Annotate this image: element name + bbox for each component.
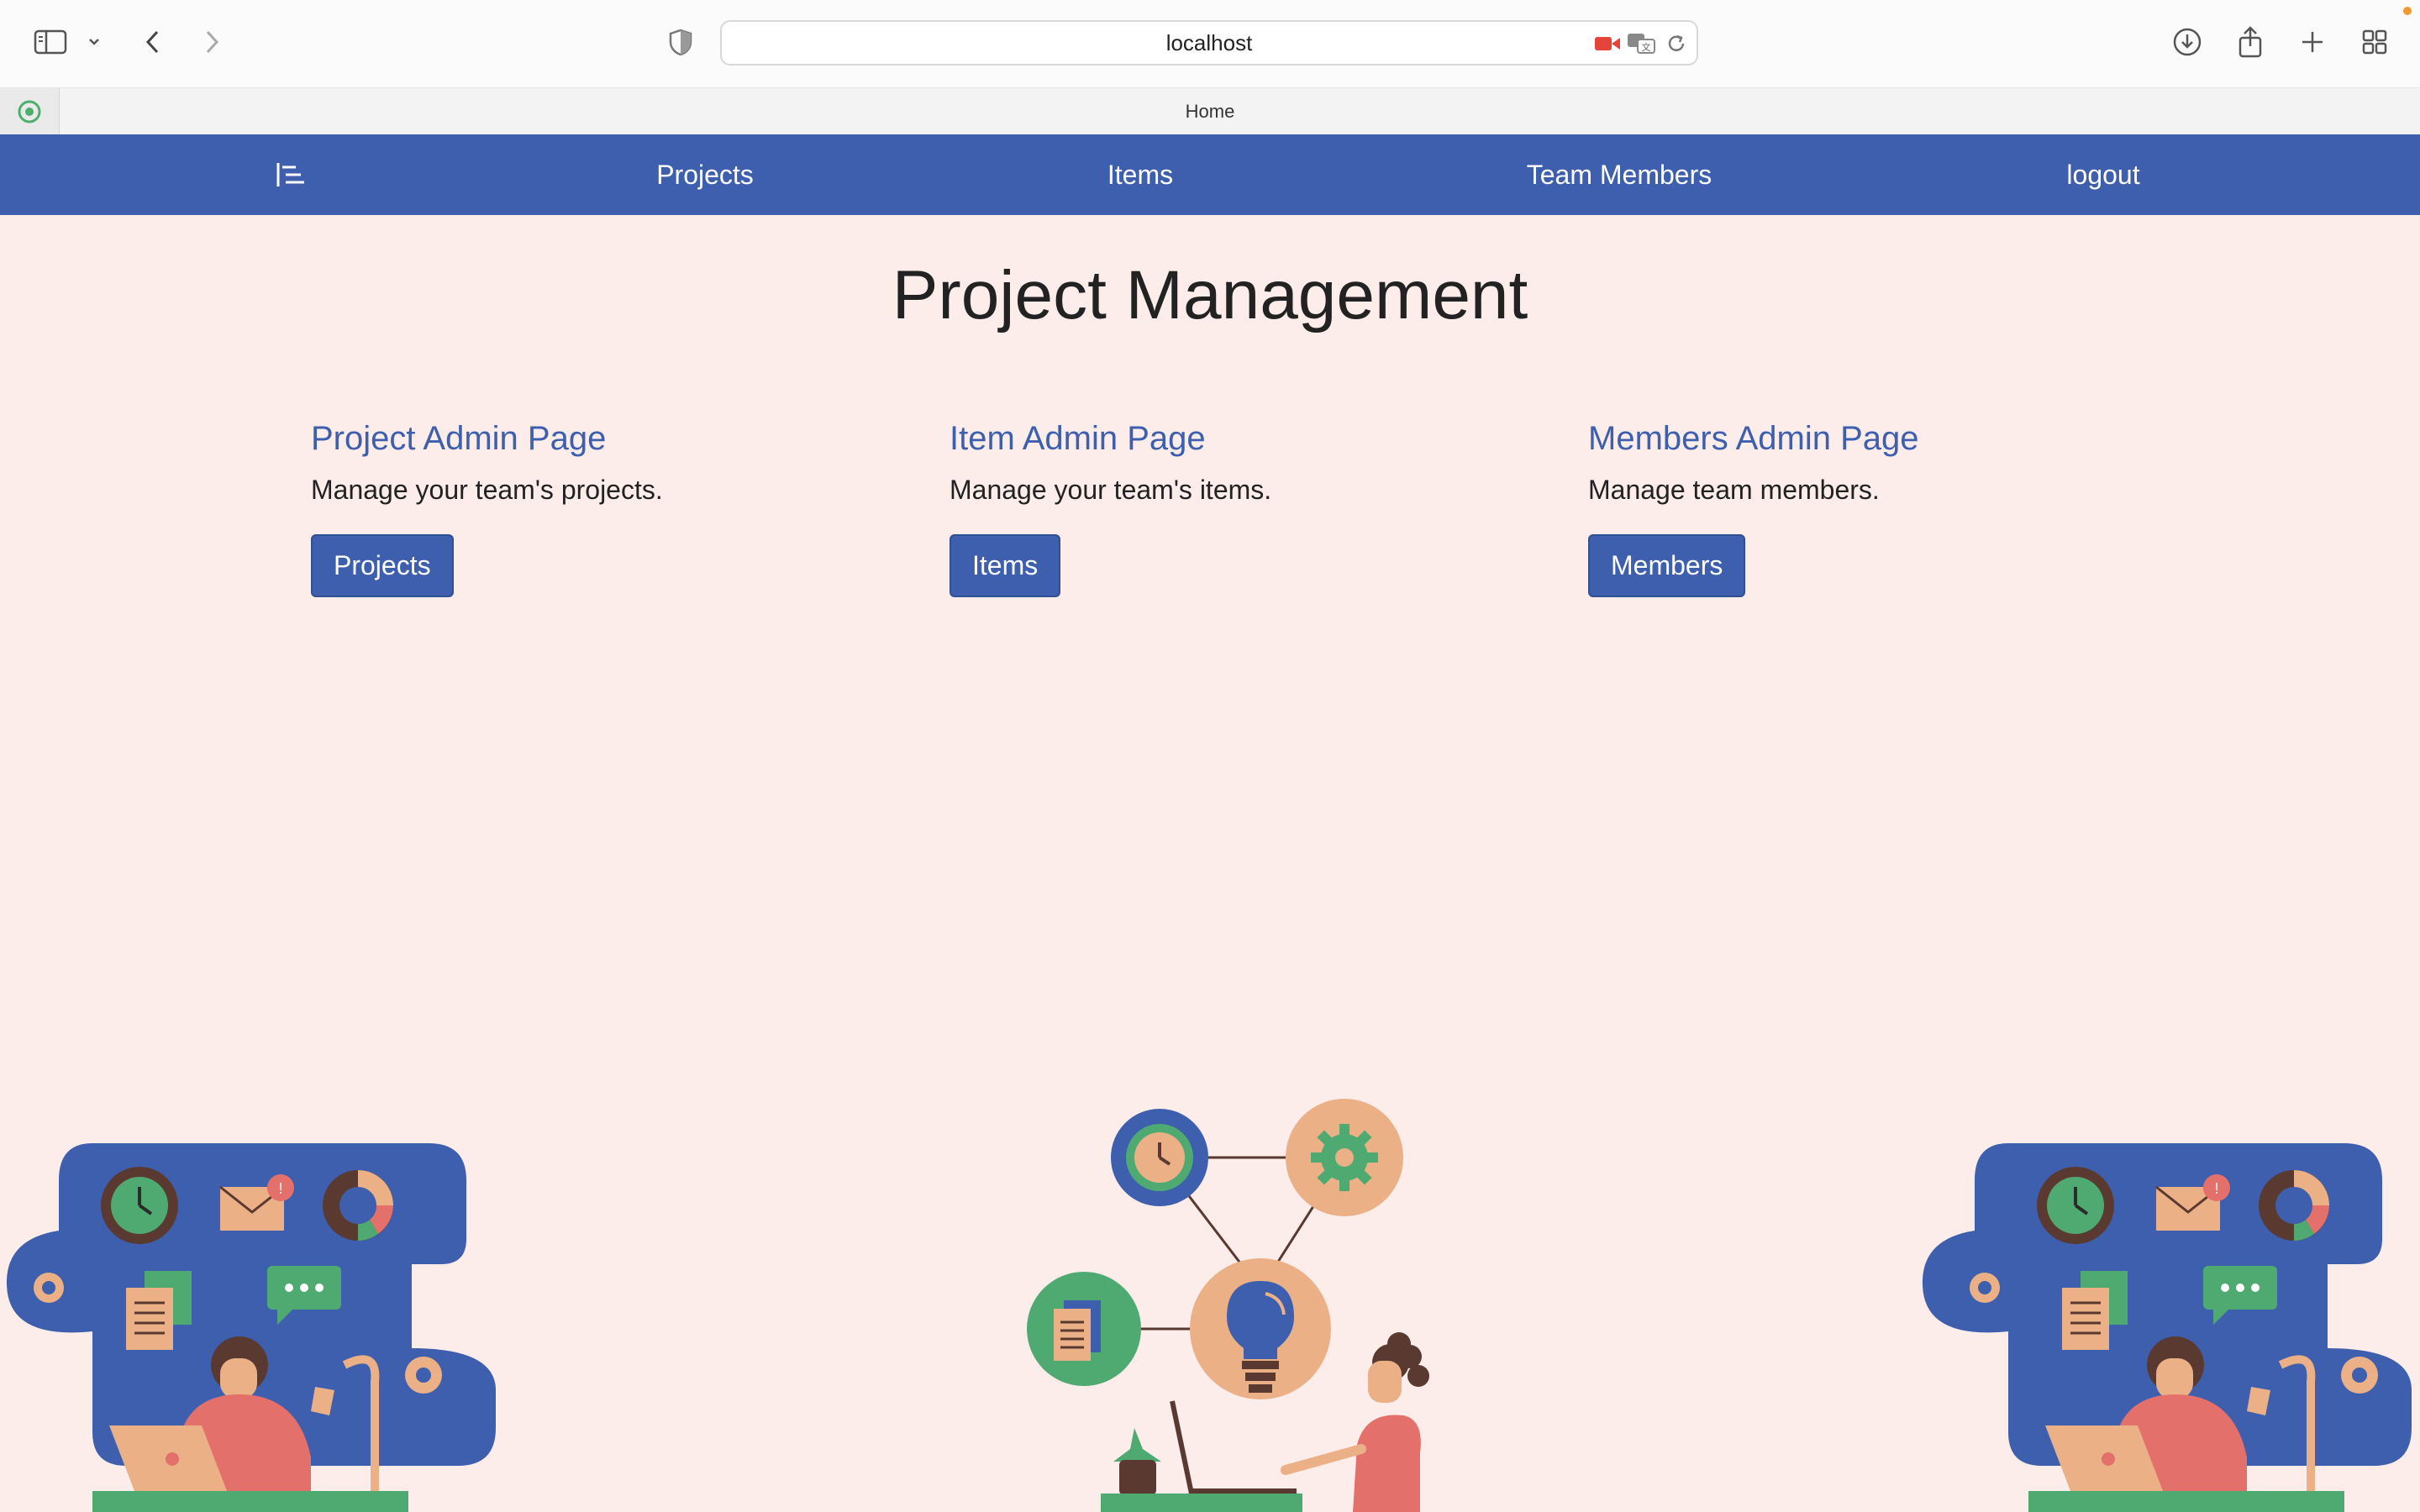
share-icon[interactable] <box>2228 20 2272 64</box>
page-title: Project Management <box>892 257 1528 333</box>
translate-icon[interactable]: 文 <box>1626 32 1658 55</box>
privacy-shield-icon[interactable] <box>659 20 702 64</box>
card-title[interactable]: Item Admin Page <box>950 420 1271 458</box>
nav-logout[interactable]: logout <box>2066 134 2139 215</box>
reload-icon[interactable] <box>1665 33 1687 55</box>
app-navbar: Projects Items Team Members logout <box>0 134 2420 215</box>
svg-text:文: 文 <box>1642 41 1651 53</box>
forward-icon[interactable] <box>190 20 234 64</box>
members-button[interactable]: Members <box>1588 534 1746 597</box>
team-dashboard-illustration: ! <box>6 1143 497 1512</box>
svg-text:!: ! <box>2214 1180 2218 1197</box>
card-title[interactable]: Project Admin Page <box>311 420 663 458</box>
tab-overview-icon[interactable] <box>2353 20 2396 64</box>
browser-toolbar: localhost 文 <box>0 0 2420 87</box>
items-button[interactable]: Items <box>950 534 1061 597</box>
members-admin-card: Members Admin Page Manage team members. … <box>1588 420 1919 597</box>
nav-projects[interactable]: Projects <box>656 134 754 215</box>
url-text: localhost <box>1165 29 1253 55</box>
sidebar-toggle-icon[interactable] <box>29 20 72 64</box>
team-dashboard-illustration-right: ! <box>1922 1143 2412 1512</box>
item-admin-card: Item Admin Page Manage your team's items… <box>950 420 1271 597</box>
projects-button[interactable]: Projects <box>311 534 454 597</box>
card-description: Manage team members. <box>1588 475 1880 505</box>
nav-items[interactable]: Items <box>1107 134 1173 215</box>
back-icon[interactable] <box>131 20 175 64</box>
notification-dot <box>2403 7 2412 15</box>
camera-recording-icon[interactable] <box>1594 34 1621 54</box>
svg-text:!: ! <box>278 1180 282 1197</box>
new-tab-icon[interactable] <box>2291 20 2334 64</box>
nav-team-members[interactable]: Team Members <box>1527 134 1712 215</box>
card-description: Manage your team's items. <box>950 475 1272 505</box>
chevron-down-icon[interactable] <box>76 20 113 64</box>
tab-home[interactable]: Home <box>0 88 2420 135</box>
project-admin-card: Project Admin Page Manage your team's pr… <box>311 420 663 597</box>
idea-network-illustration <box>1027 1099 1429 1512</box>
card-title[interactable]: Members Admin Page <box>1588 420 1919 458</box>
tab-bar: Home <box>0 87 2420 136</box>
menu-toggle-icon[interactable] <box>276 160 306 190</box>
address-bar[interactable]: localhost 文 <box>720 20 1698 66</box>
card-description: Manage your team's projects. <box>311 475 663 505</box>
download-icon[interactable] <box>2165 20 2209 64</box>
